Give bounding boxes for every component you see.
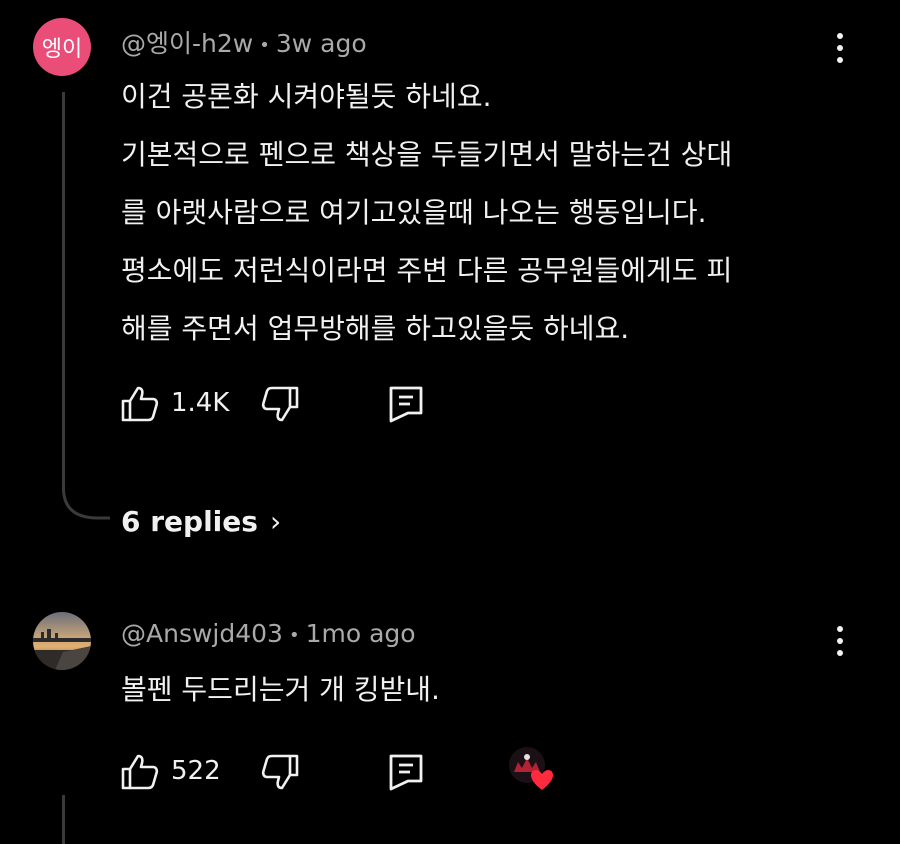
- comment-line: 해를 주면서 업무방해를 하고있을듯 하네요.: [121, 312, 630, 345]
- thumbs-down-icon[interactable]: [260, 752, 300, 792]
- avatar-photo-image: [33, 612, 91, 670]
- comment-text: 이건 공론화 시켜야될듯 하네요. 기본적으로 펜으로 책상을 두들기면서 말하…: [121, 68, 732, 358]
- comment-line: 평소에도 저런식이라면 주변 다른 공무원들에게도 피: [121, 254, 733, 287]
- chevron-right-icon: ›: [269, 505, 282, 538]
- avatar[interactable]: [33, 612, 91, 670]
- author-name[interactable]: @엥이-h2w: [121, 29, 253, 58]
- thread-line-vertical: [62, 92, 65, 492]
- replies-label: 6 replies: [121, 505, 258, 538]
- comment-time: 3w ago: [275, 29, 367, 58]
- thread-line-vertical: [62, 795, 65, 844]
- more-vertical-icon[interactable]: [825, 621, 855, 661]
- reply-comment-icon[interactable]: [386, 384, 426, 424]
- comment-line: 를 아랫사람으로 여기고있을때 나오는 행동입니다.: [121, 196, 707, 229]
- thumbs-down-icon[interactable]: [260, 384, 300, 424]
- creator-heart-icon: [509, 747, 553, 790]
- reply-comment-icon[interactable]: [386, 752, 426, 792]
- separator-dot: •: [288, 624, 300, 646]
- replies-button[interactable]: 6 replies ›: [121, 505, 281, 538]
- comment-meta: @Answjd403 • 1mo ago: [121, 619, 416, 648]
- comment-actions: 522: [120, 747, 553, 796]
- like-count: 1.4K: [171, 388, 230, 418]
- like-count: 522: [171, 756, 221, 786]
- separator-dot: •: [259, 34, 270, 56]
- comment-line: 이건 공론화 시켜야될듯 하네요.: [121, 80, 492, 113]
- comment-actions: 1.4K: [120, 384, 440, 428]
- thumbs-up-icon[interactable]: [120, 752, 160, 792]
- comment-text: 볼펜 두드리는거 개 킹받내.: [121, 661, 440, 719]
- comment-time: 1mo ago: [305, 619, 416, 648]
- avatar[interactable]: 엥이: [33, 18, 91, 76]
- author-name[interactable]: @Answjd403: [121, 619, 283, 648]
- comment-line: 볼펜 두드리는거 개 킹받내.: [121, 673, 440, 706]
- comment-line: 기본적으로 펜으로 책상을 두들기면서 말하는건 상대: [121, 138, 733, 171]
- comment-meta: @엥이-h2w • 3w ago: [121, 24, 367, 60]
- avatar-initials: 엥이: [41, 37, 83, 62]
- more-vertical-icon[interactable]: [825, 28, 855, 68]
- thumbs-up-icon[interactable]: [120, 384, 160, 424]
- thread-line-curve: [62, 488, 110, 520]
